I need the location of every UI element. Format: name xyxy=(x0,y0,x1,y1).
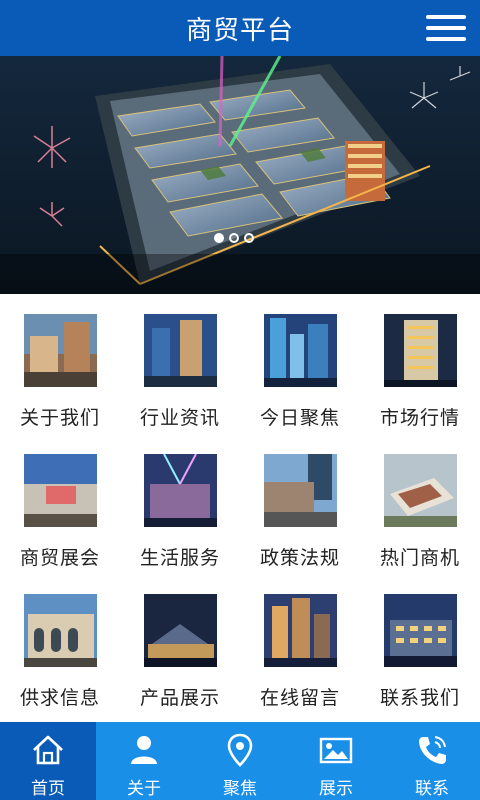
phone-icon xyxy=(419,736,446,764)
tile-label: 联系我们 xyxy=(379,687,460,709)
home-icon xyxy=(33,735,63,765)
tile-label: 今日聚焦 xyxy=(259,407,340,429)
exhibition-hall-photo xyxy=(23,454,97,527)
location-pin-icon xyxy=(227,733,253,767)
user-icon xyxy=(131,736,157,764)
tile-policy-regulations[interactable]: 政策法规 xyxy=(240,446,360,586)
carousel-dot[interactable] xyxy=(229,233,239,243)
tile-market-trends[interactable]: 市场行情 xyxy=(360,306,480,446)
tile-label: 商贸展会 xyxy=(19,547,100,569)
nav-label: 聚焦 xyxy=(223,779,257,799)
tile-trade-expo[interactable]: 商贸展会 xyxy=(0,446,120,586)
carousel-dot[interactable] xyxy=(214,233,224,243)
carousel-dots xyxy=(214,233,254,243)
tile-life-services[interactable]: 生活服务 xyxy=(120,446,240,586)
skyscrapers-photo xyxy=(263,314,337,387)
city-towers-photo xyxy=(263,594,337,667)
banner-image xyxy=(0,56,480,294)
tile-label: 行业资讯 xyxy=(139,407,220,429)
tile-online-message[interactable]: 在线留言 xyxy=(240,586,360,726)
plaza-night-photo xyxy=(143,594,217,667)
carousel-dot[interactable] xyxy=(244,233,254,243)
tile-product-showcase[interactable]: 产品展示 xyxy=(120,586,240,726)
arcade-building-photo xyxy=(23,594,97,667)
hotel-tower-night-photo xyxy=(383,314,457,387)
tile-today-focus[interactable]: 今日聚焦 xyxy=(240,306,360,446)
nav-label: 展示 xyxy=(319,779,353,799)
tile-label: 供求信息 xyxy=(19,687,100,709)
nav-item-about[interactable]: 关于 xyxy=(96,722,192,800)
mall-night-lights-photo xyxy=(143,454,217,527)
tile-about-us[interactable]: 关于我们 xyxy=(0,306,120,446)
tile-label: 生活服务 xyxy=(139,547,220,569)
bottom-navigation: 首页 关于 聚焦 展示 联系 xyxy=(0,722,480,800)
nav-item-showcase[interactable]: 展示 xyxy=(288,722,384,800)
nav-item-contact[interactable]: 联系 xyxy=(384,722,480,800)
tile-label: 在线留言 xyxy=(259,687,340,709)
image-icon xyxy=(319,737,353,764)
tile-hot-opportunities[interactable]: 热门商机 xyxy=(360,446,480,586)
tile-label: 市场行情 xyxy=(379,407,460,429)
menu-bar xyxy=(426,26,466,30)
hamburger-menu-icon[interactable] xyxy=(426,10,466,46)
blue-building-night-photo xyxy=(383,594,457,667)
menu-bar xyxy=(426,37,466,41)
menu-bar xyxy=(426,15,466,19)
nav-item-home[interactable]: 首页 xyxy=(0,722,96,800)
app-header: 商贸平台 xyxy=(0,0,480,56)
twin-towers-photo xyxy=(143,314,217,387)
nav-label: 联系 xyxy=(415,779,449,799)
tile-label: 产品展示 xyxy=(139,687,220,709)
tile-label: 政策法规 xyxy=(259,547,340,569)
page-title: 商贸平台 xyxy=(185,15,294,46)
nav-item-focus[interactable]: 聚焦 xyxy=(192,722,288,800)
category-grid: 关于我们 行业资讯 今日聚焦 市场行情 商贸展会 生活服务 政策法规 热门商机 … xyxy=(0,294,480,722)
tile-supply-demand[interactable]: 供求信息 xyxy=(0,586,120,726)
plaza-complex-photo xyxy=(263,454,337,527)
tile-contact-us[interactable]: 联系我们 xyxy=(360,586,480,726)
nav-label: 首页 xyxy=(31,779,65,799)
tile-industry-news[interactable]: 行业资讯 xyxy=(120,306,240,446)
nav-label: 关于 xyxy=(127,779,161,799)
street-shops-photo xyxy=(23,314,97,387)
tile-label: 热门商机 xyxy=(379,547,460,569)
aerial-mall-photo xyxy=(383,454,457,527)
banner-carousel[interactable] xyxy=(0,56,480,294)
tile-label: 关于我们 xyxy=(19,407,100,429)
